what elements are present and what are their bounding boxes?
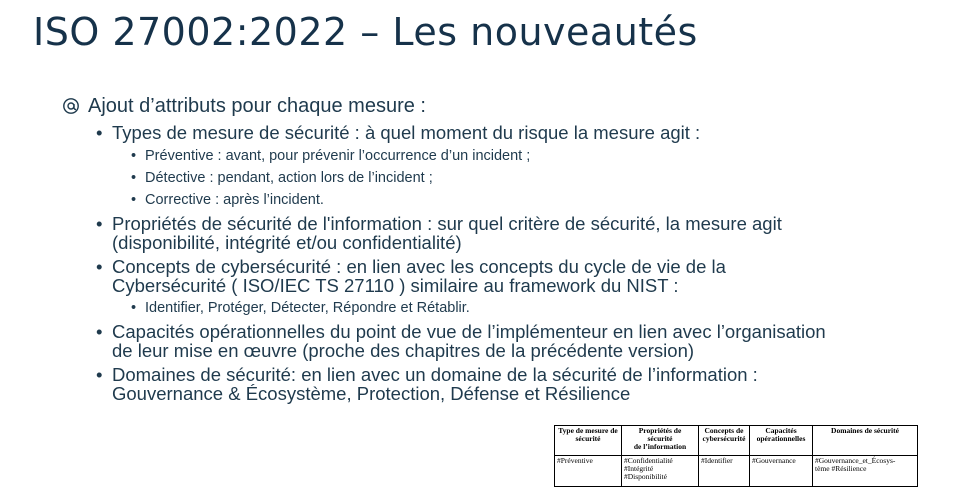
table-header-row: Type de mesure de sécurité Propriétés de…: [554, 425, 918, 456]
types-text: Types de mesure de sécurité : à quel mom…: [112, 122, 701, 143]
sub-bullet-corrective: • Corrective : après l’incident.: [131, 191, 324, 208]
cell-capacites: #Gouvernance: [749, 455, 813, 487]
bullet-proprietes: • Propriétés de sécurité de l'information…: [96, 212, 782, 253]
bullet-types: • Types de mesure de sécurité : à quel mo…: [96, 122, 701, 143]
sub-bullet-preventive: • Préventive : avant, pour prévenir l’occ…: [131, 147, 531, 164]
sub-bullet-detective: • Détective : pendant, action lors de l’i…: [131, 169, 433, 186]
bullet-concepts: • Concepts de cybersécurité : en lien ave…: [96, 255, 726, 296]
table-row: #Préventive #Confidentialité #Intégrité …: [554, 455, 918, 487]
header-capacites: Capacités opérationnelles: [749, 425, 813, 456]
main-bullet-text: Ajout d’attributs pour chaque mesure :: [88, 95, 426, 117]
header-proprietes: Propriétés de sécurité de l’information: [621, 425, 699, 456]
slide-content: Ajout d’attributs pour chaque mesure : •…: [62, 95, 942, 404]
main-bullet: Ajout d’attributs pour chaque mesure :: [62, 95, 942, 118]
at-sign-icon: [63, 98, 79, 114]
cell-domaines: #Gouvernance_et_Écosys- tème #Résilience: [812, 455, 918, 487]
header-concepts: Concepts de cybersécurité: [698, 425, 750, 456]
attributes-table: Type de mesure de sécurité Propriétés de…: [554, 425, 918, 487]
bullet-domaines: • Domaines de sécurité: en lien avec un d…: [96, 363, 758, 404]
bullet-capacites: • Capacités opérationnelles du point de v…: [96, 320, 826, 361]
slide-title: ISO 27002:2022 – Les nouveautés: [33, 10, 698, 54]
cell-type: #Préventive: [554, 455, 622, 487]
header-domaines: Domaines de sécurité: [812, 425, 918, 456]
cell-concepts: #Identifier: [698, 455, 750, 487]
sub-bullet-nist: • Identifier, Protéger, Détecter, Répondr…: [131, 299, 470, 316]
cell-proprietes: #Confidentialité #Intégrité #Disponibili…: [621, 455, 699, 487]
header-type: Type de mesure de sécurité: [554, 425, 622, 456]
